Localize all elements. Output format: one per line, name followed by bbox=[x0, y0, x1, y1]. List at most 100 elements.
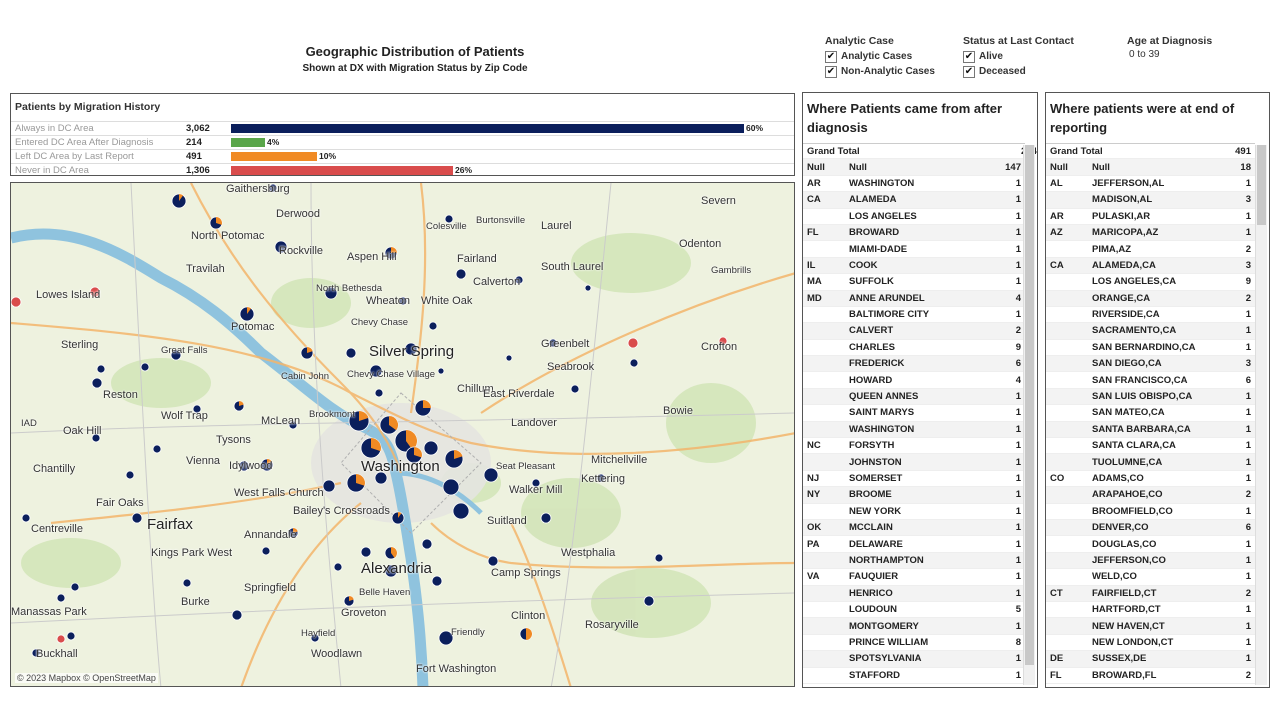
table-row[interactable]: NC FORSYTH 1 bbox=[803, 438, 1025, 455]
table-row[interactable]: VA FAUQUIER 1 bbox=[803, 569, 1025, 586]
table-row[interactable]: AL JEFFERSON,AL 1 bbox=[1046, 176, 1255, 193]
patient-pie-marker[interactable] bbox=[455, 268, 467, 280]
table-row[interactable]: SAN DIEGO,CA 3 bbox=[1046, 356, 1255, 373]
scrollbar-thumb[interactable] bbox=[1025, 145, 1034, 665]
table-row[interactable]: HARTFORD,CT 1 bbox=[1046, 602, 1255, 619]
table-row[interactable]: NEW HAVEN,CT 1 bbox=[1046, 618, 1255, 635]
patient-pie-marker[interactable] bbox=[91, 377, 103, 389]
table-row[interactable]: ORANGE,CA 2 bbox=[1046, 290, 1255, 307]
table-row[interactable]: JEFFERSON,CO 1 bbox=[1046, 552, 1255, 570]
table-row[interactable]: DE SUSSEX,DE 1 bbox=[1046, 651, 1255, 668]
migration-bar[interactable] bbox=[231, 137, 265, 147]
patient-pie-marker[interactable] bbox=[21, 513, 31, 523]
alive-option[interactable]: ✔ Alive bbox=[963, 49, 1074, 64]
table-row[interactable]: MIAMI-DADE 1 bbox=[803, 241, 1025, 258]
patient-pie-marker[interactable] bbox=[152, 444, 162, 454]
migration-row[interactable]: Always in DC Area 3,062 60% bbox=[11, 121, 794, 134]
scrollbar[interactable] bbox=[1255, 145, 1267, 685]
table-row[interactable]: MD ANNE ARUNDEL 4 bbox=[803, 290, 1025, 307]
patient-pie-marker[interactable] bbox=[70, 582, 80, 592]
patient-pie-marker[interactable] bbox=[629, 358, 639, 368]
table-row[interactable]: CO ADAMS,CO 1 bbox=[1046, 471, 1255, 488]
table-row[interactable]: Null Null 18 bbox=[1046, 159, 1255, 176]
table-row[interactable]: AR PULASKI,AR 1 bbox=[1046, 209, 1255, 225]
migration-bar[interactable] bbox=[231, 123, 744, 133]
table-row[interactable]: LOS ANGELES,CA 9 bbox=[1046, 274, 1255, 291]
checkbox-checked-icon[interactable]: ✔ bbox=[825, 50, 837, 63]
patient-pie-marker[interactable] bbox=[140, 362, 150, 372]
table-row[interactable]: NJ SOMERSET 1 bbox=[803, 471, 1025, 488]
table-row[interactable]: CALVERT 2 bbox=[803, 323, 1025, 340]
checkbox-checked-icon[interactable]: ✔ bbox=[963, 50, 975, 63]
patient-pie-marker[interactable] bbox=[261, 546, 271, 556]
table-row[interactable]: NEW LONDON,CT 1 bbox=[1046, 635, 1255, 652]
table-row[interactable]: IL COOK 1 bbox=[803, 257, 1025, 275]
patient-pie-marker[interactable] bbox=[428, 321, 438, 331]
patient-pie-marker[interactable] bbox=[437, 367, 445, 375]
table-row[interactable]: JOHNSTON 1 bbox=[803, 454, 1025, 471]
patient-pie-marker[interactable] bbox=[570, 384, 580, 394]
table-row[interactable]: Null Null 147 bbox=[803, 159, 1025, 176]
table-row[interactable]: HENRICO 1 bbox=[803, 585, 1025, 602]
table-row[interactable]: LOUDOUN 5 bbox=[803, 602, 1025, 619]
table-row[interactable]: CT FAIRFIELD,CT 2 bbox=[1046, 585, 1255, 602]
table-row[interactable]: FREDERICK 6 bbox=[803, 356, 1025, 373]
table-row[interactable]: AZ MARICOPA,AZ 1 bbox=[1046, 224, 1255, 242]
table-row[interactable]: HOWARD 4 bbox=[803, 372, 1025, 389]
map-attribution[interactable]: © 2023 Mapbox © OpenStreetMap bbox=[15, 673, 158, 683]
table-row[interactable]: SANTA CLARA,CA 1 bbox=[1046, 438, 1255, 455]
migration-bar[interactable] bbox=[231, 151, 317, 161]
patient-pie-marker[interactable] bbox=[333, 562, 343, 572]
patient-pie-marker[interactable] bbox=[643, 595, 655, 607]
patient-pie-marker[interactable] bbox=[421, 538, 433, 550]
migration-row[interactable]: Entered DC Area After Diagnosis 214 4% bbox=[11, 135, 794, 148]
table-row[interactable]: STAFFORD 1 bbox=[803, 668, 1025, 684]
patient-pie-marker[interactable] bbox=[584, 284, 592, 292]
table-row[interactable]: AR WASHINGTON 1 bbox=[803, 176, 1025, 193]
table-row[interactable]: ARAPAHOE,CO 2 bbox=[1046, 487, 1255, 504]
table-row[interactable]: SAN MATEO,CA 1 bbox=[1046, 405, 1255, 422]
table-row[interactable]: SAN LUIS OBISPO,CA 1 bbox=[1046, 388, 1255, 406]
analytic-cases-option[interactable]: ✔ Analytic Cases bbox=[825, 49, 935, 64]
migration-row[interactable]: Never in DC Area 1,306 26% bbox=[11, 163, 794, 176]
table-row[interactable]: BALTIMORE CITY 1 bbox=[803, 307, 1025, 324]
non-analytic-cases-option[interactable]: ✔ Non-Analytic Cases bbox=[825, 64, 935, 79]
patient-pie-marker[interactable] bbox=[56, 634, 66, 644]
migration-bar[interactable] bbox=[231, 165, 453, 175]
checkbox-checked-icon[interactable]: ✔ bbox=[963, 65, 975, 78]
table-row[interactable]: DOUGLAS,CO 1 bbox=[1046, 536, 1255, 553]
patient-pie-marker[interactable] bbox=[654, 553, 664, 563]
patient-pie-marker[interactable] bbox=[540, 512, 552, 524]
table-row[interactable]: WASHINGTON 1 bbox=[803, 421, 1025, 439]
table-row[interactable]: WELD,CO 1 bbox=[1046, 569, 1255, 586]
scrollbar-thumb[interactable] bbox=[1257, 145, 1266, 225]
pie-slice-left[interactable] bbox=[423, 400, 431, 408]
patient-pie-marker[interactable] bbox=[345, 347, 357, 359]
patient-pie-marker[interactable] bbox=[360, 546, 372, 558]
table-row[interactable]: FL BROWARD,FL 2 bbox=[1046, 668, 1255, 684]
table-row[interactable]: NY BROOME 1 bbox=[803, 487, 1025, 504]
migration-row[interactable]: Left DC Area by Last Report 491 10% bbox=[11, 149, 794, 162]
patient-pie-marker[interactable] bbox=[231, 609, 243, 621]
table-row[interactable]: CA ALAMEDA,CA 3 bbox=[1046, 257, 1255, 275]
patient-pie-marker[interactable] bbox=[442, 478, 460, 496]
table-row[interactable]: SAN BERNARDINO,CA 1 bbox=[1046, 340, 1255, 357]
patient-pie-marker[interactable] bbox=[182, 578, 192, 588]
table-row[interactable]: LOS ANGELES 1 bbox=[803, 209, 1025, 225]
table-row[interactable]: BROOMFIELD,CO 1 bbox=[1046, 504, 1255, 520]
table-row[interactable]: MA SUFFOLK 1 bbox=[803, 274, 1025, 291]
table-row[interactable]: DENVER,CO 6 bbox=[1046, 519, 1255, 537]
table-row[interactable]: PA DELAWARE 1 bbox=[803, 536, 1025, 553]
table-row[interactable]: SACRAMENTO,CA 1 bbox=[1046, 323, 1255, 340]
scrollbar[interactable] bbox=[1023, 145, 1035, 685]
patient-pie-marker[interactable] bbox=[505, 354, 513, 362]
patient-pie-marker[interactable] bbox=[452, 502, 470, 520]
patient-pie-marker[interactable] bbox=[627, 337, 639, 349]
patient-pie-marker[interactable] bbox=[96, 364, 106, 374]
patient-pie-marker[interactable] bbox=[56, 593, 66, 603]
table-row[interactable]: CA ALAMEDA 1 bbox=[803, 192, 1025, 209]
table-row[interactable]: SAINT MARYS 1 bbox=[803, 405, 1025, 422]
table-row[interactable]: PRINCE WILLIAM 8 bbox=[803, 635, 1025, 652]
table-row[interactable]: FL BROWARD 1 bbox=[803, 224, 1025, 242]
patient-pie-marker[interactable] bbox=[131, 512, 143, 524]
